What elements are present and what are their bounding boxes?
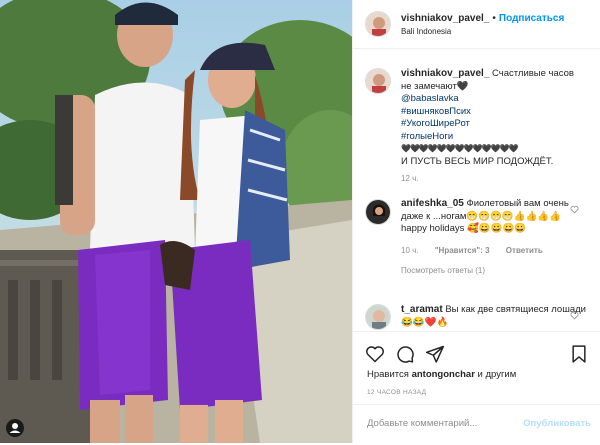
comment-time[interactable]: 10 ч. [401, 246, 419, 255]
add-comment-input[interactable] [365, 417, 519, 430]
publish-button[interactable]: Опубликовать [523, 418, 591, 429]
liked-by-line: Нравится antongonchar и другим [367, 369, 516, 380]
comment-likes[interactable]: "Нравится": 3 [435, 246, 490, 255]
comment-text-block: anifeshka_05 Фиолетовый вам очень даже к… [401, 198, 586, 236]
comment-text-block: t_aramat Вы как две святящиеся лошади😂😂❤… [401, 304, 586, 329]
post-photo[interactable] [0, 0, 352, 443]
liked-by-user[interactable]: antongonchar [412, 369, 475, 380]
post-location[interactable]: Bali Indonesia [401, 27, 451, 36]
caption-hashtag[interactable]: #вишняковПсих [401, 106, 586, 119]
comment-avatar[interactable] [365, 199, 391, 225]
comment-item: t_aramat Вы как две святящиеся лошади😂😂❤… [401, 304, 586, 329]
tag-people-icon[interactable] [6, 419, 24, 437]
like-heart-icon[interactable] [365, 344, 385, 364]
save-bookmark-icon[interactable] [569, 344, 589, 364]
photo-image [0, 0, 352, 443]
comment-username[interactable]: t_aramat [401, 304, 443, 315]
caption-tail: И ПУСТЬ ВЕСЬ МИР ПОДОЖДЁТ. [401, 155, 554, 167]
liked-by-others[interactable]: и другим [478, 369, 517, 380]
author-avatar[interactable] [365, 11, 391, 37]
caption-hashtag[interactable]: #УкогоШиреРот [401, 118, 586, 131]
comment-like-heart-icon[interactable] [570, 205, 579, 214]
reply-button[interactable]: Ответить [506, 246, 543, 255]
caption-time: 12 ч. [401, 173, 586, 186]
comment-username[interactable]: anifeshka_05 [401, 198, 464, 209]
comment-meta: 10 ч. "Нравится": 3 Ответить [401, 245, 586, 258]
view-replies-button[interactable]: Посмотреть ответы (1) [401, 265, 586, 278]
caption: vishniakov_pavel_ Счастливые часов не за… [401, 68, 586, 186]
comment-like-heart-icon[interactable] [570, 311, 579, 320]
comments-list: vishniakov_pavel_ Счастливые часов не за… [353, 48, 600, 331]
caption-hashtag[interactable]: #голыеНоги [401, 131, 586, 144]
caption-avatar[interactable] [365, 68, 391, 94]
caption-username[interactable]: vishniakov_pavel_ [401, 68, 489, 79]
caption-text-block: vishniakov_pavel_ Счастливые часов не за… [401, 68, 586, 93]
liked-by-prefix: Нравится [367, 369, 409, 380]
comment-bubble-icon[interactable] [395, 344, 415, 364]
author-username[interactable]: vishniakov_pavel_ [401, 13, 489, 24]
post-actions: Нравится antongonchar и другим 12 ЧАСОВ … [353, 331, 600, 444]
comment-avatar[interactable] [365, 304, 391, 330]
comment-item: anifeshka_05 Фиолетовый вам очень даже к… [401, 198, 586, 278]
caption-timestamp[interactable]: 12 ч. [401, 174, 419, 183]
post-side-panel: vishniakov_pavel_ • Подписаться Bali Indon… [352, 0, 600, 443]
follow-button[interactable]: Подписаться [499, 13, 564, 24]
header-user-line: vishniakov_pavel_ • Подписаться [401, 13, 564, 24]
add-comment-bar: Опубликовать [353, 404, 600, 445]
post-header: vishniakov_pavel_ • Подписаться Bali Indon… [353, 0, 600, 49]
caption-hearts: 🖤🖤🖤🖤🖤🖤🖤🖤🖤🖤🖤🖤🖤 [401, 144, 519, 153]
caption-mention[interactable]: @babaslavka [401, 93, 586, 106]
share-send-icon[interactable] [425, 344, 445, 364]
separator-dot: • [492, 13, 496, 24]
view-replies-label: Посмотреть ответы (1) [401, 266, 486, 275]
post-date[interactable]: 12 ЧАСОВ НАЗАД [367, 389, 426, 396]
